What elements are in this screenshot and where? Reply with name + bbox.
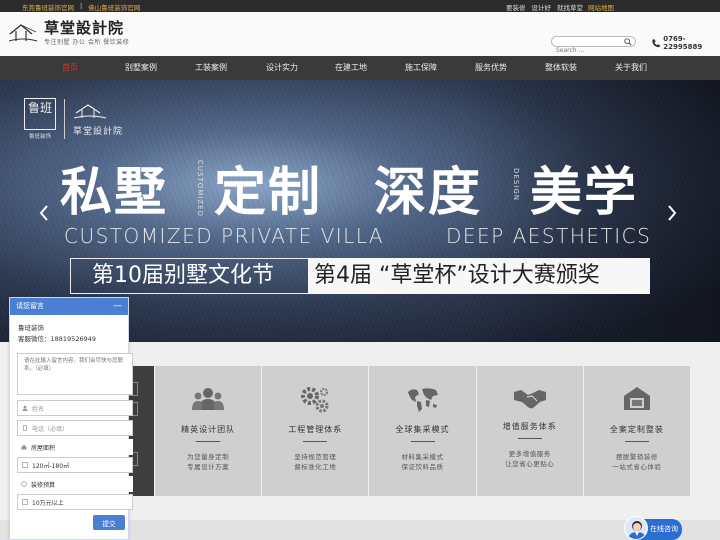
online-consult-button[interactable]: 在线咨询 (624, 516, 682, 540)
phone-field[interactable]: 电话（必填） (17, 420, 133, 436)
service-card-global-sourcing[interactable]: 全球集采模式 材料集采模式 保证饮料品质 (369, 366, 476, 496)
banner-house-icon (73, 103, 107, 118)
message-widget: 请您留言 — 鲁班装饰 客服微信：18819526949 姓名 电话（必填） 房… (9, 297, 133, 540)
search-box (551, 36, 636, 55)
service-title: 全球集采模式 (395, 425, 450, 434)
agent-avatar (624, 516, 648, 540)
service-desc: 坚持规范管理 (294, 453, 337, 461)
phone-number: 0769-22995889 (663, 35, 703, 51)
area-select[interactable]: 120㎡-180㎡ (17, 457, 133, 473)
team-icon (192, 388, 225, 410)
house-box-icon (623, 387, 650, 410)
foshan-site-link[interactable]: 佛山鲁班装饰官网 (88, 2, 140, 12)
logo-name: 草堂設計院 (44, 19, 125, 37)
tag-small-icon (22, 499, 28, 505)
nav-item-soft-furnishing[interactable]: 整体软装 (526, 56, 596, 80)
nav-item-villa-cases[interactable]: 别墅案例 (106, 56, 176, 80)
phone-small-icon (23, 425, 27, 431)
handshake-icon (513, 390, 546, 409)
message-textarea[interactable] (17, 353, 133, 395)
service-desc: 更多增值服务 (508, 450, 551, 458)
nav-item-design-strength[interactable]: 设计实力 (247, 56, 317, 80)
nav-item-home[interactable]: 首页 (35, 56, 105, 80)
user-icon (22, 405, 28, 411)
service-title: 增值服务体系 (502, 422, 557, 431)
top-bar-divider: | (80, 2, 83, 10)
vertical-label-2: DESIGN (512, 168, 520, 201)
event-ribbon-left: 第10届别墅文化节 (70, 258, 308, 294)
service-desc: 让您省心更贴心 (505, 460, 555, 468)
banner-logo: 鲁班 鲁班装饰 草堂設計院 (24, 98, 123, 140)
wechat-contact: 客服微信：18819526949 (18, 335, 96, 343)
service-desc: 督标准化工地 (294, 463, 337, 471)
dongguan-site-link[interactable]: 东莞鲁班装饰官网 (22, 2, 74, 12)
slogan-part-3[interactable]: 就找草堂 (557, 2, 583, 12)
budget-select[interactable]: 10万元以上 (17, 494, 133, 510)
nav-item-construction-guarantee[interactable]: 施工保障 (386, 56, 456, 80)
service-desc: 摆脱繁琐装修 (615, 453, 658, 461)
service-card-design-team[interactable]: 精英设计团队 为您量身定制 专属设计方案 (155, 366, 262, 496)
service-cards: 精英设计团队 为您量身定制 专属设计方案 工程管理体系 坚持规范管理 督标准化工… (155, 366, 691, 496)
top-bar-left-links: 东莞鲁班装饰官网 | 佛山鲁班装饰官网 (22, 2, 140, 12)
english-subtitle-2: DEEP AESTHETICS (446, 224, 652, 248)
service-desc: 一站式省心体验 (612, 463, 662, 471)
service-card-value-added[interactable]: 增值服务体系 更多增值服务 让您省心更贴心 (476, 366, 583, 496)
next-slide-icon[interactable] (666, 205, 678, 221)
service-card-engineering[interactable]: 工程管理体系 坚持规范管理 督标准化工地 (262, 366, 369, 496)
service-desc: 为您量身定制 (187, 453, 230, 461)
company-name: 鲁班装饰 (18, 324, 44, 332)
message-widget-header: 请您留言 — (10, 298, 128, 315)
home-small-icon (21, 444, 27, 450)
main-nav: 首页 别墅案例 工装案例 设计实力 在建工地 施工保障 服务优势 整体软装 关于我们 (0, 56, 720, 80)
minimize-icon[interactable]: — (113, 298, 122, 315)
search-input[interactable] (556, 46, 626, 55)
service-desc: 专属设计方案 (187, 463, 230, 471)
site-header: 草堂設計院 专注别墅 办公 会所 餐饮装修 0769-22995889 (0, 12, 720, 56)
service-title: 工程管理体系 (288, 425, 343, 434)
slogan-part-2[interactable]: 设计好 (532, 2, 552, 12)
banner-seal-sub: 鲁班装饰 (28, 134, 51, 140)
area-label: 房屋面积 (17, 439, 133, 455)
headline-part-2: 定制 (214, 162, 323, 223)
top-bar-slogan: 要装修 设计好 就找草堂 (506, 2, 583, 12)
nav-item-commercial-cases[interactable]: 工装案例 (176, 56, 246, 80)
nav-item-sites-in-progress[interactable]: 在建工地 (316, 56, 386, 80)
hotline: 0769-22995889 (651, 35, 720, 51)
nav-item-about-us[interactable]: 关于我们 (596, 56, 666, 80)
phone-icon (652, 38, 660, 47)
site-logo[interactable]: 草堂設計院 专注别墅 办公 会所 餐饮装修 (8, 20, 129, 46)
online-consult-label: 在线咨询 (650, 525, 678, 533)
service-card-full-package[interactable]: 全案定制整装 摆脱繁琐装修 一站式省心体验 (583, 366, 691, 496)
search-icon[interactable] (624, 38, 632, 46)
headline-part-3: 深度 (374, 162, 483, 223)
top-bar: 东莞鲁班装饰官网 | 佛山鲁班装饰官网 要装修 设计好 就找草堂 网站地图 (0, 0, 720, 12)
name-field[interactable]: 姓名 (17, 400, 133, 416)
gears-icon (301, 387, 329, 413)
event-ribbon-right: 第4届 “草堂杯”设计大赛颁奖 (308, 258, 650, 294)
agent-icon (628, 521, 646, 539)
banner-seal: 鲁班 (24, 98, 56, 130)
service-desc: 保证饮料品质 (401, 463, 444, 471)
sitemap-link[interactable]: 网站地图 (588, 2, 614, 12)
english-subtitle-1: CUSTOMIZED PRIVATE VILLA (64, 224, 385, 248)
slogan-part-1[interactable]: 要装修 (506, 2, 526, 12)
headline-part-1: 私墅 (60, 162, 169, 223)
vertical-label-1: CUSTOMIZED (196, 160, 204, 217)
grid-small-icon (22, 462, 28, 468)
nav-item-service-advantages[interactable]: 服务优势 (456, 56, 526, 80)
prev-slide-icon[interactable] (38, 205, 50, 221)
budget-label: 装修预算 (17, 476, 133, 492)
banner-brand: 草堂設計院 (73, 126, 124, 137)
submit-button[interactable]: 提交 (93, 515, 125, 530)
money-small-icon (21, 481, 27, 487)
service-title: 精英设计团队 (181, 425, 236, 434)
message-widget-title: 请您留言 (16, 302, 44, 310)
house-logo-icon (8, 24, 38, 42)
service-desc: 材料集采模式 (401, 453, 444, 461)
headline-part-4: 美学 (530, 162, 639, 223)
world-map-icon (407, 388, 438, 412)
logo-tagline: 专注别墅 办公 会所 餐饮装修 (44, 39, 130, 46)
service-title: 全案定制整装 (609, 425, 664, 434)
